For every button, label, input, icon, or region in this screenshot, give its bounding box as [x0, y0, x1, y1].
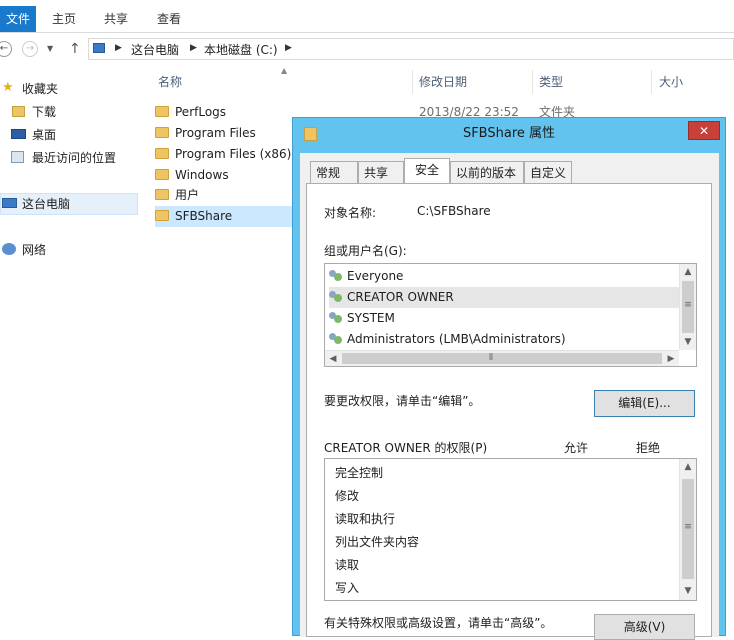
- file-row[interactable]: Windows: [155, 165, 229, 186]
- properties-dialog: SFBShare 属性 ✕ 常规 共享 安全 以前的版本 自定义 对象名称: C…: [292, 117, 726, 640]
- computer-icon: [93, 43, 105, 53]
- change-permissions-hint: 要更改权限，请单击“编辑”。: [324, 394, 481, 408]
- column-header-size[interactable]: 大小: [659, 70, 683, 94]
- scroll-thumb[interactable]: [342, 353, 662, 364]
- object-name-value: C:\SFBShare: [417, 204, 491, 218]
- ribbon-tab-share[interactable]: 共享: [104, 6, 128, 32]
- permissions-vscrollbar[interactable]: ▲ ≡ ▼: [679, 459, 696, 600]
- user-list-item[interactable]: Administrators (LMB\Administrators): [329, 329, 685, 350]
- user-list-item[interactable]: Everyone: [329, 266, 685, 287]
- permissions-list: 完全控制 修改 读取和执行 列出文件夹内容 读取 写入 ▲ ≡ ▼: [324, 458, 697, 601]
- ribbon-tab-view[interactable]: 查看: [157, 6, 181, 32]
- nav-recent-places[interactable]: 最近访问的位置: [32, 148, 116, 168]
- scroll-down-icon[interactable]: ▼: [680, 334, 696, 350]
- column-header-type[interactable]: 类型: [539, 70, 563, 94]
- folder-icon: [155, 106, 169, 117]
- user-listbox[interactable]: Everyone CREATOR OWNER SYSTEM Administra…: [324, 263, 697, 367]
- folder-icon: [155, 148, 169, 159]
- dialog-client: 常规 共享 安全 以前的版本 自定义 对象名称: C:\SFBShare 组或用…: [300, 153, 719, 640]
- breadcrumb-separator-icon: ▶: [285, 43, 292, 53]
- folder-icon: [155, 169, 169, 180]
- scroll-left-icon[interactable]: ◀: [325, 351, 341, 367]
- grip-icon: ⦀: [489, 353, 493, 363]
- breadcrumb-this-pc[interactable]: 这台电脑: [131, 43, 179, 57]
- user-group-icon: [329, 332, 343, 345]
- permission-item: 写入: [335, 581, 360, 595]
- tab-sharing[interactable]: 共享: [358, 161, 404, 183]
- user-group-icon: [329, 311, 343, 324]
- downloads-icon: [12, 106, 25, 117]
- group-user-label: 组或用户名(G):: [324, 244, 407, 258]
- folder-icon: [155, 189, 169, 200]
- ribbon-tab-home[interactable]: 主页: [52, 6, 76, 32]
- user-group-icon: [329, 269, 343, 282]
- tab-general[interactable]: 常规: [310, 161, 358, 183]
- user-list-vscrollbar[interactable]: ▲ ≡ ▼: [679, 264, 696, 350]
- breadcrumb-separator-icon: ▶: [190, 43, 197, 53]
- recent-locations-icon[interactable]: ▼: [47, 44, 53, 53]
- dialog-title: SFBShare 属性: [462, 126, 556, 141]
- sort-arrow-icon: ▲: [281, 66, 288, 75]
- allow-header: 允许: [564, 441, 589, 455]
- up-icon[interactable]: ↑: [69, 41, 81, 57]
- scroll-up-icon[interactable]: ▲: [680, 459, 696, 475]
- ribbon-tab-file[interactable]: 文件: [0, 6, 36, 32]
- object-name-label: 对象名称:: [324, 206, 377, 220]
- address-bar[interactable]: ▶ 这台电脑 ▶ 本地磁盘 (C:) ▶: [88, 38, 734, 60]
- advanced-button[interactable]: 高级(V): [594, 614, 695, 640]
- scroll-down-icon[interactable]: ▼: [680, 583, 696, 599]
- file-row[interactable]: Program Files: [155, 123, 256, 144]
- column-divider[interactable]: [651, 70, 652, 94]
- file-row[interactable]: SFBShare: [155, 206, 232, 227]
- breadcrumb-local-disk[interactable]: 本地磁盘 (C:): [204, 43, 278, 57]
- folder-icon: [155, 210, 169, 221]
- close-button[interactable]: ✕: [688, 121, 720, 140]
- column-header-name[interactable]: 名称: [158, 70, 182, 94]
- user-list-item[interactable]: SYSTEM: [329, 308, 685, 329]
- star-icon: ★: [2, 80, 14, 95]
- security-panel: 对象名称: C:\SFBShare 组或用户名(G): Everyone CRE…: [306, 183, 712, 640]
- permission-item: 列出文件夹内容: [335, 535, 420, 549]
- column-header-date[interactable]: 修改日期: [419, 70, 467, 94]
- column-divider[interactable]: [532, 70, 533, 94]
- nav-desktop[interactable]: 桌面: [32, 125, 56, 145]
- user-list-hscrollbar[interactable]: ◀ ⦀ ▶: [325, 350, 679, 366]
- folder-icon: [155, 127, 169, 138]
- file-row[interactable]: Program Files (x86): [155, 144, 291, 165]
- edit-button[interactable]: 编辑(E)...: [594, 390, 695, 417]
- permission-item: 读取: [335, 558, 360, 572]
- tab-previous-versions[interactable]: 以前的版本: [450, 161, 524, 183]
- advanced-hint: 有关特殊权限或高级设置，请单击“高级”。: [324, 616, 553, 630]
- forward-icon[interactable]: →: [22, 41, 38, 57]
- recent-places-icon: [11, 151, 24, 163]
- nav-network[interactable]: 网络: [22, 240, 46, 260]
- permission-item: 读取和执行: [335, 512, 396, 526]
- user-group-icon: [329, 290, 343, 303]
- nav-favorites[interactable]: 收藏夹: [22, 79, 58, 99]
- file-row[interactable]: PerfLogs: [155, 102, 226, 123]
- nav-this-pc[interactable]: 这台电脑: [22, 194, 70, 214]
- permissions-title: CREATOR OWNER 的权限(P): [324, 441, 488, 455]
- tab-customize[interactable]: 自定义: [524, 161, 572, 183]
- grip-icon: ≡: [684, 300, 692, 310]
- desktop-icon: [11, 129, 26, 139]
- deny-header: 拒绝: [636, 441, 661, 455]
- user-list-item[interactable]: CREATOR OWNER: [329, 287, 685, 308]
- scroll-right-icon[interactable]: ▶: [663, 351, 679, 367]
- file-row[interactable]: 用户: [155, 185, 199, 206]
- grip-icon: ≡: [684, 522, 692, 532]
- scroll-up-icon[interactable]: ▲: [680, 264, 696, 280]
- nav-downloads[interactable]: 下载: [32, 102, 56, 122]
- tab-security[interactable]: 安全: [404, 158, 450, 184]
- permission-item: 完全控制: [335, 466, 384, 480]
- permission-item: 修改: [335, 489, 360, 503]
- column-divider[interactable]: [412, 70, 413, 94]
- network-icon: [2, 243, 16, 255]
- this-pc-icon: [2, 198, 17, 208]
- breadcrumb-separator-icon: ▶: [115, 43, 122, 53]
